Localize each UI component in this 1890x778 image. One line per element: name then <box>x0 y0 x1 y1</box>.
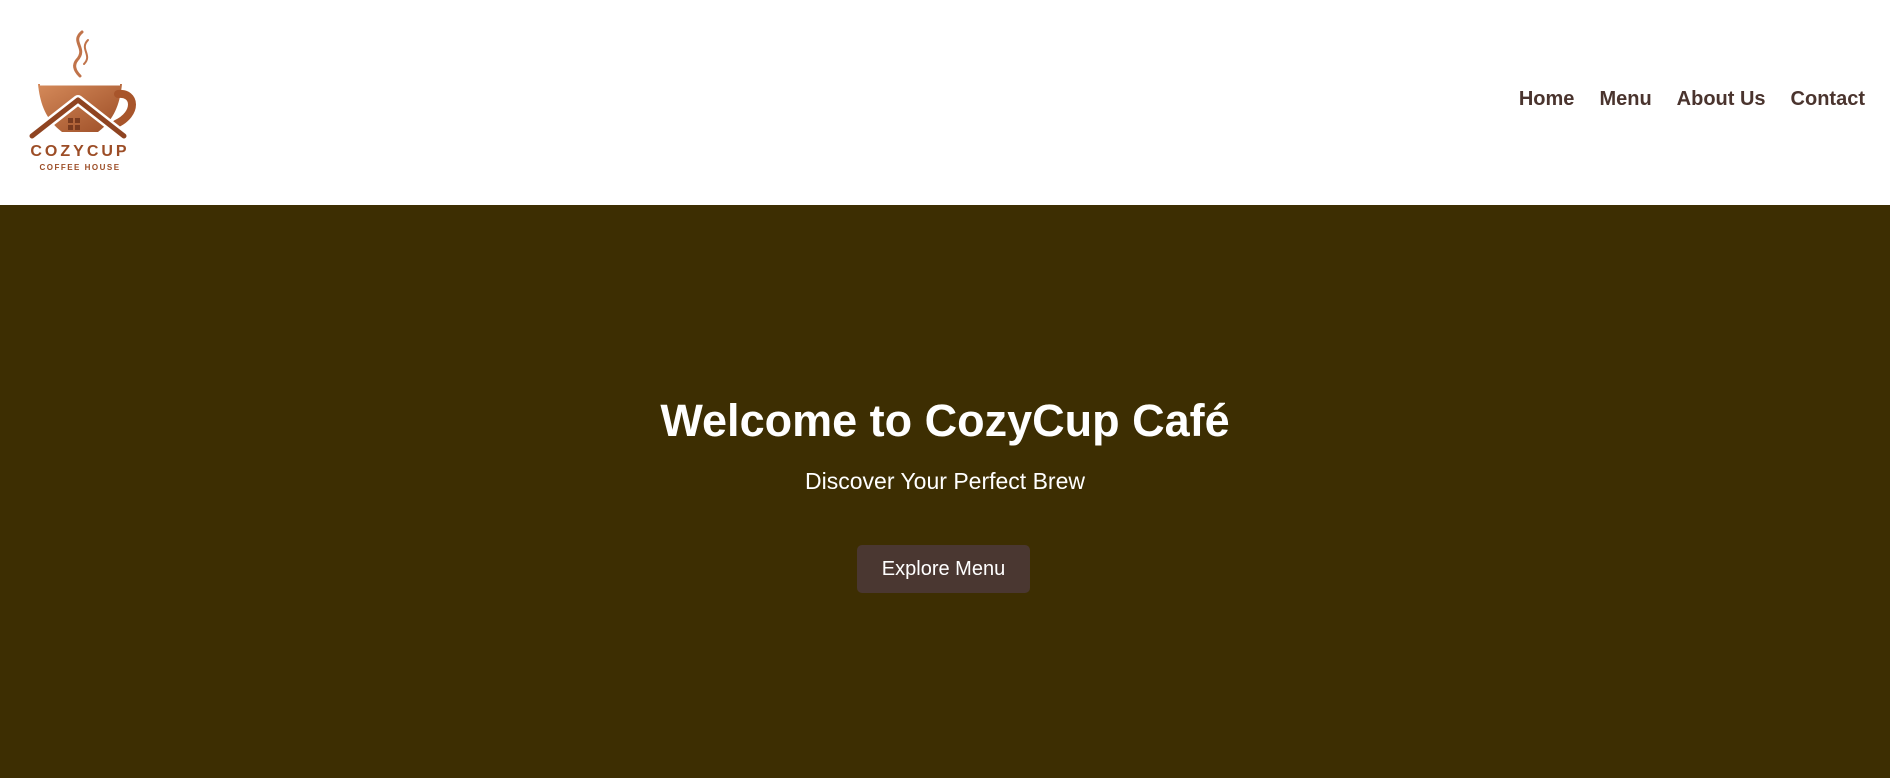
hero-title: Welcome to CozyCup Café <box>660 395 1230 446</box>
brand-name: COZYCUP <box>30 143 129 160</box>
page: COZYCUP COFFEE HOUSE Home Menu About Us … <box>0 0 1890 778</box>
explore-menu-button[interactable]: Explore Menu <box>857 545 1030 593</box>
cozycup-logo[interactable]: COZYCUP COFFEE HOUSE <box>28 28 140 174</box>
coffee-cup-house-icon: COZYCUP COFFEE HOUSE <box>28 30 136 172</box>
nav-about-us[interactable]: About Us <box>1677 88 1766 111</box>
brand-tagline: COFFEE HOUSE <box>39 163 120 172</box>
nav-contact[interactable]: Contact <box>1791 88 1865 111</box>
nav-home[interactable]: Home <box>1519 88 1575 111</box>
site-header: COZYCUP COFFEE HOUSE Home Menu About Us … <box>0 0 1890 205</box>
nav-menu[interactable]: Menu <box>1599 88 1651 111</box>
hero-section: Welcome to CozyCup Café Discover Your Pe… <box>0 205 1890 778</box>
hero-subtitle: Discover Your Perfect Brew <box>805 468 1085 494</box>
main-navigation: Home Menu About Us Contact <box>1519 88 1865 111</box>
